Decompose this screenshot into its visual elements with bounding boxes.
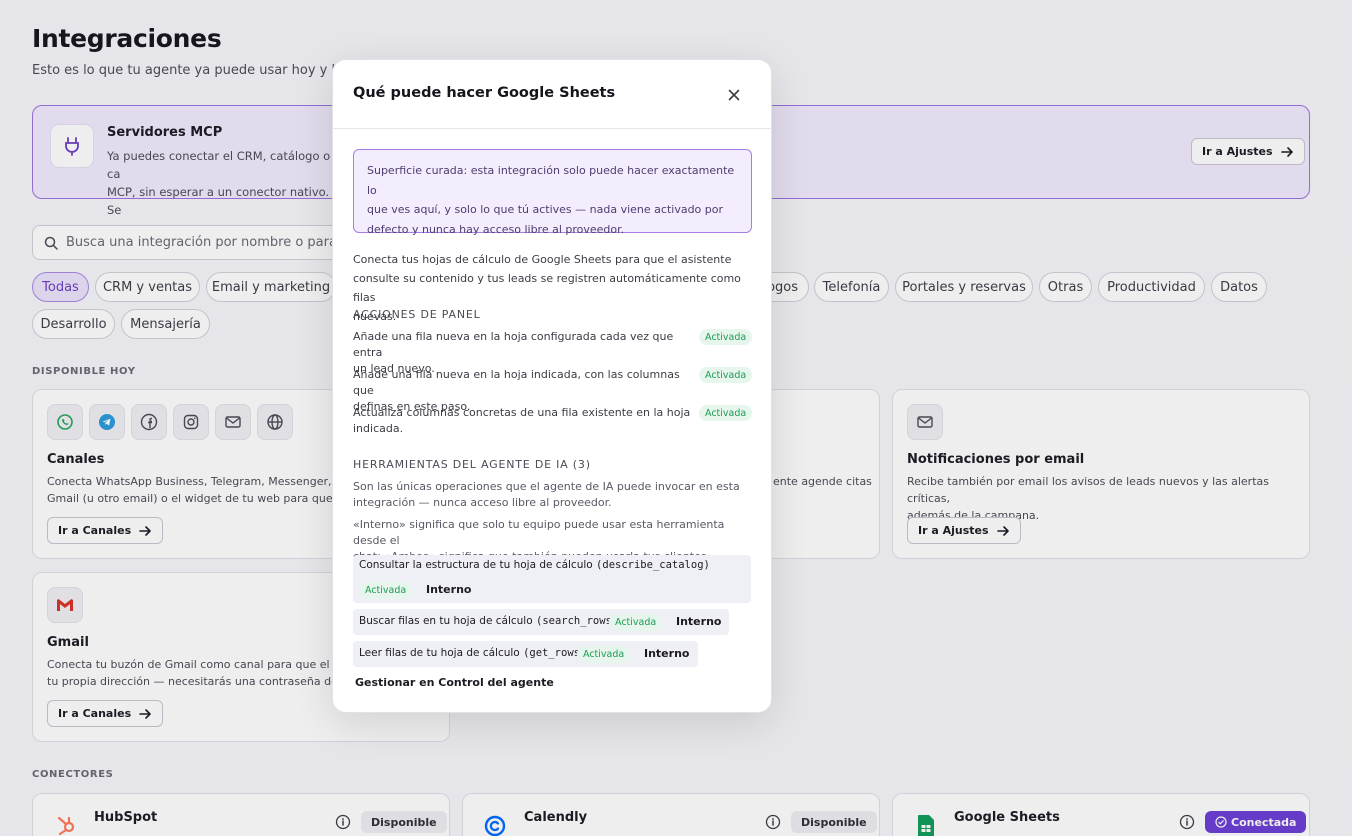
tool-scope: Interno [426,583,472,596]
status-badge: Activada [577,646,631,663]
modal-title: Qué puede hacer Google Sheets [353,85,616,101]
panel-actions-heading: ACCIONES DE PANEL [353,308,481,321]
capabilities-modal: Qué puede hacer Google Sheets Superficie… [332,59,772,713]
status-badge: Activada [699,367,753,383]
modal-divider [333,128,771,129]
ai-tools-description: Son las únicas operaciones que el agente… [353,480,740,509]
close-button[interactable] [722,83,746,107]
tool-scope: Interno [644,647,690,660]
ai-tool-item: Buscar filas en tu hoja de cálculo (sear… [353,609,729,635]
ai-tools-heading: HERRAMIENTAS DEL AGENTE DE IA (3) [353,458,591,471]
tool-name: Consultar la estructura de tu hoja de cá… [359,559,710,571]
status-badge: Activada [609,614,663,631]
status-badge: Activada [699,329,753,345]
panel-action-item: Actualiza columnas concretas de una fila… [353,406,691,435]
ai-tool-item: Leer filas de tu hoja de cálculo (get_ro… [353,641,698,667]
manage-agent-control-link[interactable]: Gestionar en Control del agente [355,676,554,689]
close-icon [728,89,740,101]
ai-tool-item: Consultar la estructura de tu hoja de cá… [353,555,751,603]
integrations-page: Integraciones Esto es lo que tu agente y… [0,0,1352,836]
tool-name: Buscar filas en tu hoja de cálculo (sear… [359,615,619,627]
tool-scope: Interno [676,615,722,628]
status-badge: Activada [699,405,753,421]
tool-name: Leer filas de tu hoja de cálculo (get_ro… [359,647,587,659]
status-badge: Activada [359,582,413,599]
curated-surface-notice: Superficie curada: esta integración solo… [353,149,752,236]
